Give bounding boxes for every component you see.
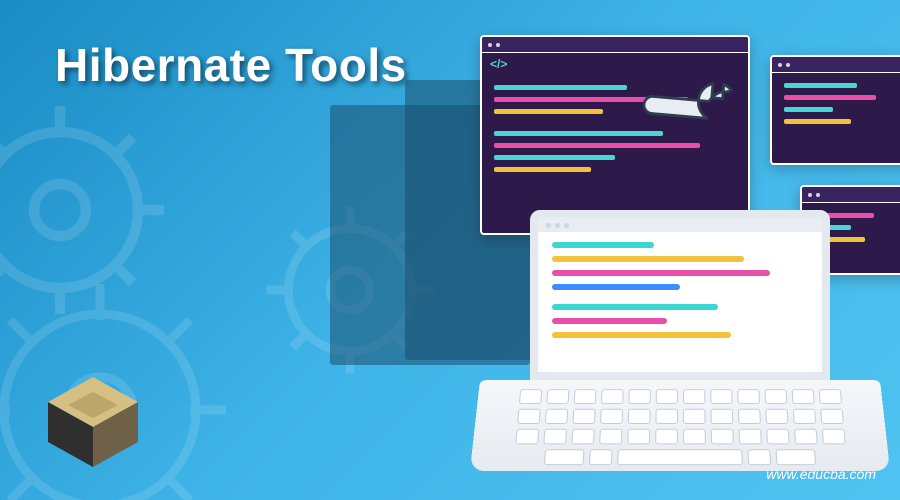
page-title: Hibernate Tools [55, 38, 407, 92]
code-window-small [770, 55, 900, 165]
window-title-bar [802, 187, 900, 203]
window-title-bar [772, 57, 900, 73]
hero-banner: Hibernate Tools </> [0, 0, 900, 500]
laptop-illustration [480, 210, 880, 490]
laptop-keyboard [470, 380, 890, 471]
educba-cube-logo [38, 372, 148, 472]
code-tag-icon: </> [482, 53, 515, 75]
laptop-screen [530, 210, 830, 380]
